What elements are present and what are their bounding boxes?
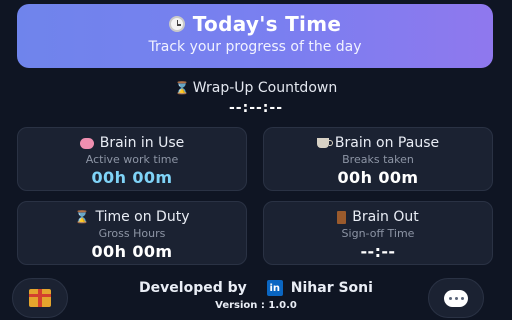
page-title: Today's Time xyxy=(192,12,342,36)
card-value: 00h 00m xyxy=(91,168,173,187)
header-banner: Today's Time Track your progress of the … xyxy=(17,4,493,68)
coffee-icon xyxy=(316,138,333,148)
card-value: --:-- xyxy=(360,242,396,261)
card-subtitle: Breaks taken xyxy=(342,153,414,166)
card-title-row: ⌛ Time on Duty xyxy=(18,209,246,225)
wrap-up-label-row: ⌛ Wrap-Up Countdown xyxy=(0,80,512,96)
door-icon xyxy=(337,210,347,224)
card-subtitle: Sign-off Time xyxy=(341,227,415,240)
wrap-up-countdown-value: --:--:-- xyxy=(228,100,284,116)
developer-name-link[interactable]: Nihar Soni xyxy=(291,280,373,296)
card-brain-out: Brain Out Sign-off Time --:-- xyxy=(263,201,493,265)
card-title-row: Brain on Pause xyxy=(264,135,492,151)
card-brain-in-use: Brain in Use Active work time 00h 00m xyxy=(17,127,247,191)
wrap-up-label: Wrap-Up Countdown xyxy=(192,80,338,96)
developed-by-label: Developed by xyxy=(139,280,247,296)
card-value: 00h 00m xyxy=(337,168,419,187)
header-title-row: Today's Time xyxy=(17,12,493,36)
card-title: Brain in Use xyxy=(99,135,185,151)
chat-icon xyxy=(444,289,468,307)
brain-icon xyxy=(79,137,94,149)
hourglass-icon: ⌛ xyxy=(174,81,190,95)
linkedin-icon[interactable]: in xyxy=(266,280,283,296)
card-title: Brain Out xyxy=(352,209,419,225)
clock-icon xyxy=(168,16,185,32)
card-subtitle: Gross Hours xyxy=(98,227,166,240)
card-value: 00h 00m xyxy=(91,242,173,261)
card-title-row: Brain in Use xyxy=(18,135,246,151)
card-time-on-duty: ⌛ Time on Duty Gross Hours 00h 00m xyxy=(17,201,247,265)
card-title: Brain on Pause xyxy=(334,135,440,151)
card-brain-on-pause: Brain on Pause Breaks taken 00h 00m xyxy=(263,127,493,191)
card-title: Time on Duty xyxy=(95,209,190,225)
hourglass-icon: ⌛ xyxy=(74,210,90,224)
card-subtitle: Active work time xyxy=(85,153,179,166)
page-subtitle: Track your progress of the day xyxy=(148,39,362,55)
card-title-row: Brain Out xyxy=(264,209,492,225)
chat-button[interactable] xyxy=(428,278,484,318)
